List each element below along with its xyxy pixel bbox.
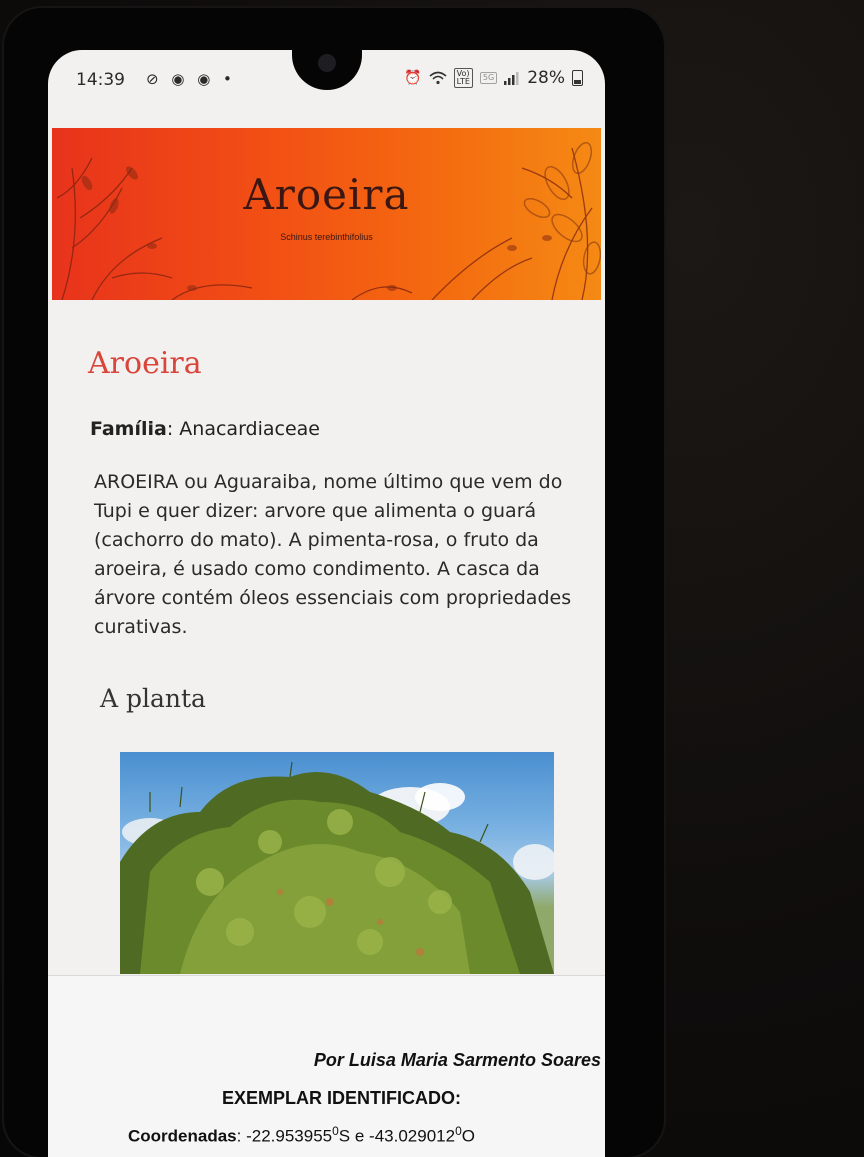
plant-photo[interactable] — [120, 752, 554, 974]
5g-icon: 5G — [479, 72, 498, 84]
coordinates: Coordenadas: -22.9539550S e -43.0290120O — [128, 1124, 475, 1147]
alarm-icon: ⏰ — [404, 70, 422, 86]
latitude-degree: 0 — [332, 1124, 339, 1138]
signal-icon — [504, 72, 519, 85]
notification-icons: ⊘ ◉ ◉ • — [146, 70, 236, 88]
status-right-group: ⏰ Vo) LTE 5G 28% — [404, 68, 583, 88]
battery-icon — [572, 70, 583, 86]
family-label: Família — [90, 418, 167, 440]
family-line: Família: Anacardiaceae — [90, 418, 320, 440]
tree-illustration — [120, 761, 554, 974]
page-title: Aroeira — [88, 346, 202, 381]
site-title: Aroeira — [243, 170, 410, 219]
page-footer: Por Luisa Maria Sarmento Soares EXEMPLAR… — [48, 975, 605, 1157]
status-time: 14:39 — [76, 70, 125, 90]
description-paragraph: AROEIRA ou Aguaraiba, nome último que ve… — [94, 471, 572, 638]
front-camera-icon — [318, 54, 336, 72]
family-value: : Anacardiaceae — [166, 418, 321, 440]
phone-screen: 14:39 ⊘ ◉ ◉ • ⏰ Vo) LTE 5G 28% Aroeira S… — [48, 50, 605, 1157]
specimen-label: EXEMPLAR IDENTIFICADO: — [221, 1088, 461, 1108]
volte-icon: Vo) LTE — [453, 68, 473, 88]
author-credit: Por Luisa Maria Sarmento Soares — [313, 1050, 601, 1070]
latitude-value: : -22.953955 — [236, 1126, 333, 1146]
longitude-degree: 0 — [455, 1124, 462, 1138]
header-banner: Aroeira Schinus terebinthifolius — [52, 128, 601, 300]
wifi-icon — [429, 71, 447, 85]
longitude-value: S e -43.029012 — [338, 1126, 456, 1146]
coordinates-label: Coordenadas — [128, 1126, 237, 1146]
longitude-direction: O — [461, 1126, 475, 1146]
battery-percent: 28% — [527, 68, 565, 88]
section-heading: A planta — [100, 684, 206, 713]
scientific-name: Schinus terebinthifolius — [280, 232, 373, 242]
